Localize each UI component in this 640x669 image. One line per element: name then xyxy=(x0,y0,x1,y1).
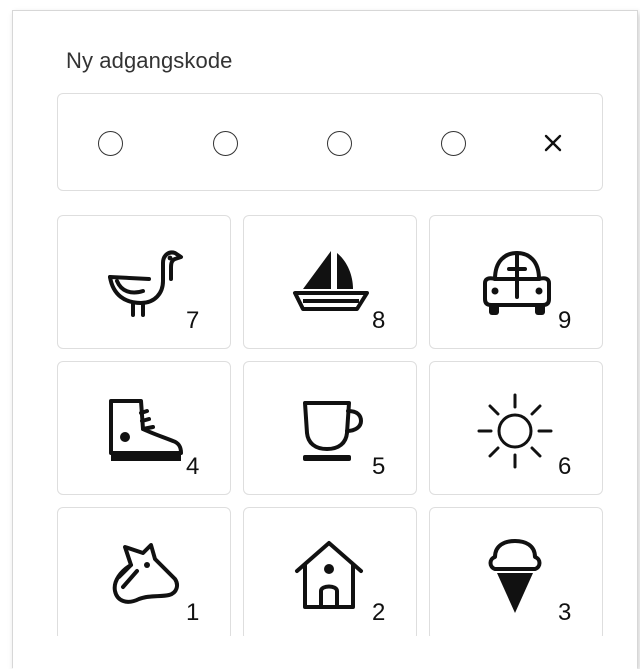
key-digit: 9 xyxy=(558,307,572,334)
key-digit: 2 xyxy=(372,599,386,626)
keypad-key-9[interactable]: 9 xyxy=(429,215,603,349)
close-icon xyxy=(544,134,562,152)
horse-icon xyxy=(112,543,179,604)
house-icon xyxy=(295,541,363,609)
keypad-key-6[interactable]: 6 xyxy=(429,361,603,495)
key-digit: 7 xyxy=(186,307,200,334)
keypad-key-5[interactable]: 5 xyxy=(243,361,417,495)
ice-cream-icon xyxy=(488,539,542,613)
sailboat-icon xyxy=(293,251,369,311)
keypad-key-1[interactable]: 1 xyxy=(57,507,231,641)
cup-icon xyxy=(303,401,363,461)
keypad-key-2[interactable]: 2 xyxy=(243,507,417,641)
key-digit: 8 xyxy=(372,307,386,334)
car-icon xyxy=(483,251,551,315)
key-digit: 3 xyxy=(558,599,572,626)
key-digit: 5 xyxy=(372,453,386,480)
bird-icon xyxy=(108,250,183,317)
sun-icon xyxy=(477,393,553,469)
keypad-key-3[interactable]: 3 xyxy=(429,507,603,641)
sneaker-icon xyxy=(109,399,183,461)
key-digit: 6 xyxy=(558,453,572,480)
key-digit: 4 xyxy=(186,453,200,480)
passcode-slot-2 xyxy=(213,131,238,156)
keypad-key-8[interactable]: 8 xyxy=(243,215,417,349)
keypad-key-4[interactable]: 4 xyxy=(57,361,231,495)
passcode-slot-4 xyxy=(441,131,466,156)
clear-button[interactable] xyxy=(538,128,568,158)
passcode-display xyxy=(57,93,603,191)
key-digit: 1 xyxy=(186,599,200,626)
page-title: Ny adgangskode xyxy=(66,48,233,73)
passcode-slot-1 xyxy=(98,131,123,156)
keypad-key-7[interactable]: 7 xyxy=(57,215,231,349)
frame-bottom-edge xyxy=(13,636,637,669)
passcode-slot-3 xyxy=(327,131,352,156)
